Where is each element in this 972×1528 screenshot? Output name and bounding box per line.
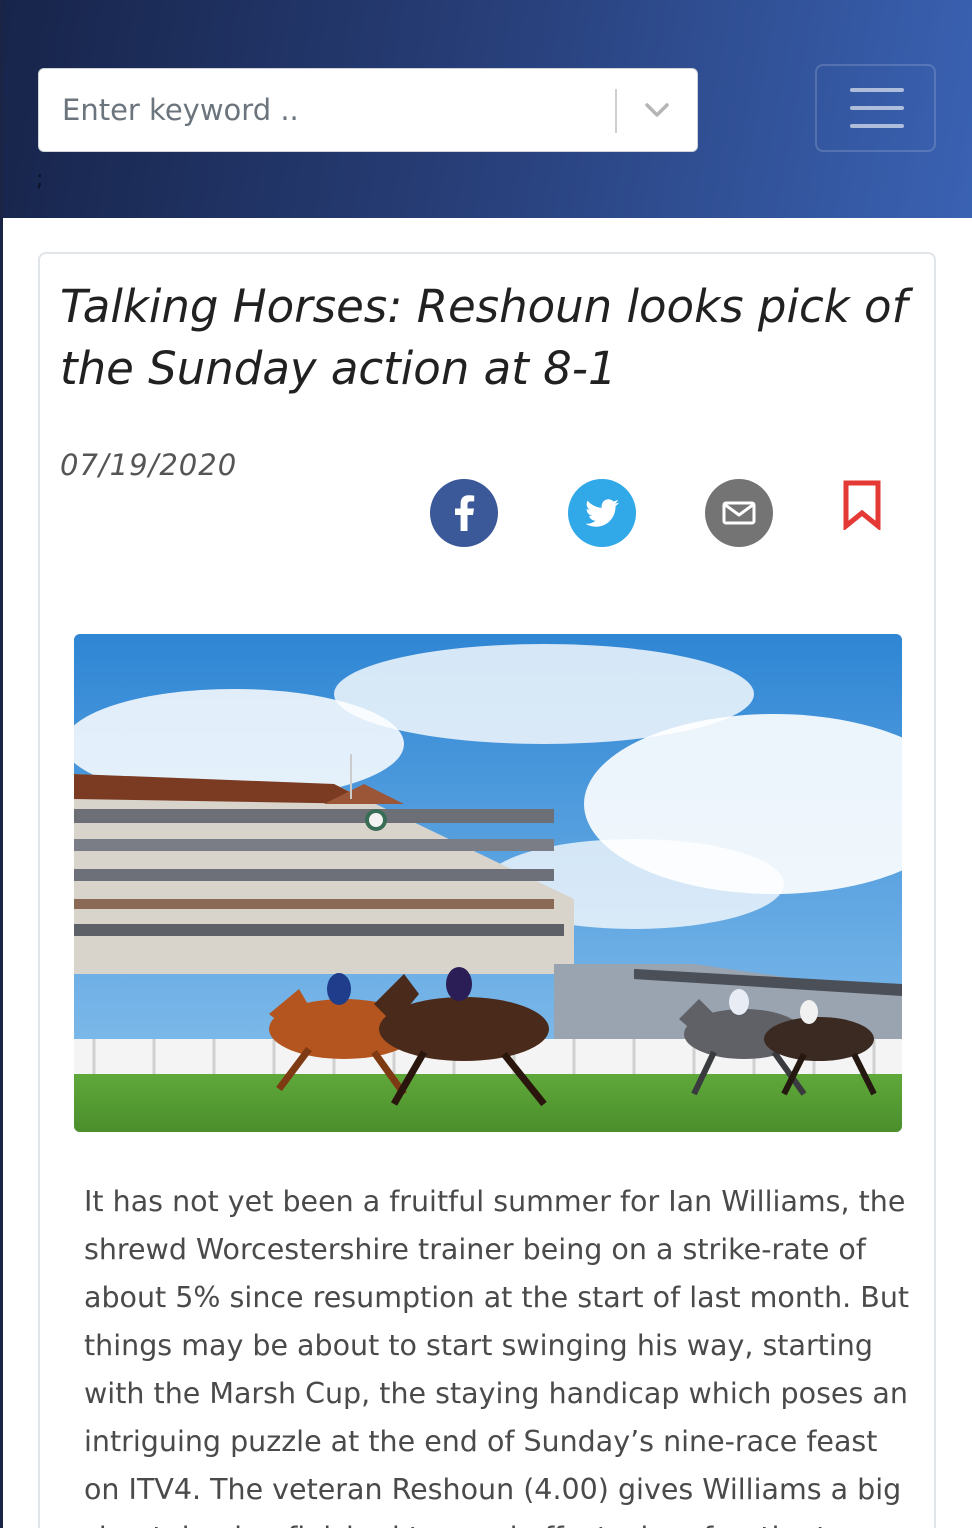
search-input[interactable] [39,69,614,151]
twitter-icon [585,499,619,527]
bookmark-button[interactable] [841,480,883,532]
stray-character: ; [36,167,44,192]
article-hero-image [74,634,902,1132]
share-email-button[interactable] [705,479,773,547]
share-facebook-button[interactable] [430,479,498,547]
email-icon [722,501,756,525]
search-divider [615,89,617,133]
article-title: Talking Horses: Reshoun looks pick of th… [60,280,908,395]
bookmark-icon [843,480,881,532]
menu-toggle-button[interactable] [815,64,936,152]
search-box[interactable] [38,68,698,152]
article-date: 07/19/2020 [60,448,238,482]
chevron-down-icon[interactable] [637,91,677,131]
page: ; Talking Horses: Reshoun looks pick of … [0,0,972,1528]
facebook-icon [455,495,475,531]
site-header: ; [0,0,972,218]
share-twitter-button[interactable] [568,479,636,547]
article-card: Talking Horses: Reshoun looks pick of th… [38,252,936,1528]
window-edge [0,0,3,1528]
article-body: It has not yet been a fruitful summer fo… [84,1185,910,1528]
